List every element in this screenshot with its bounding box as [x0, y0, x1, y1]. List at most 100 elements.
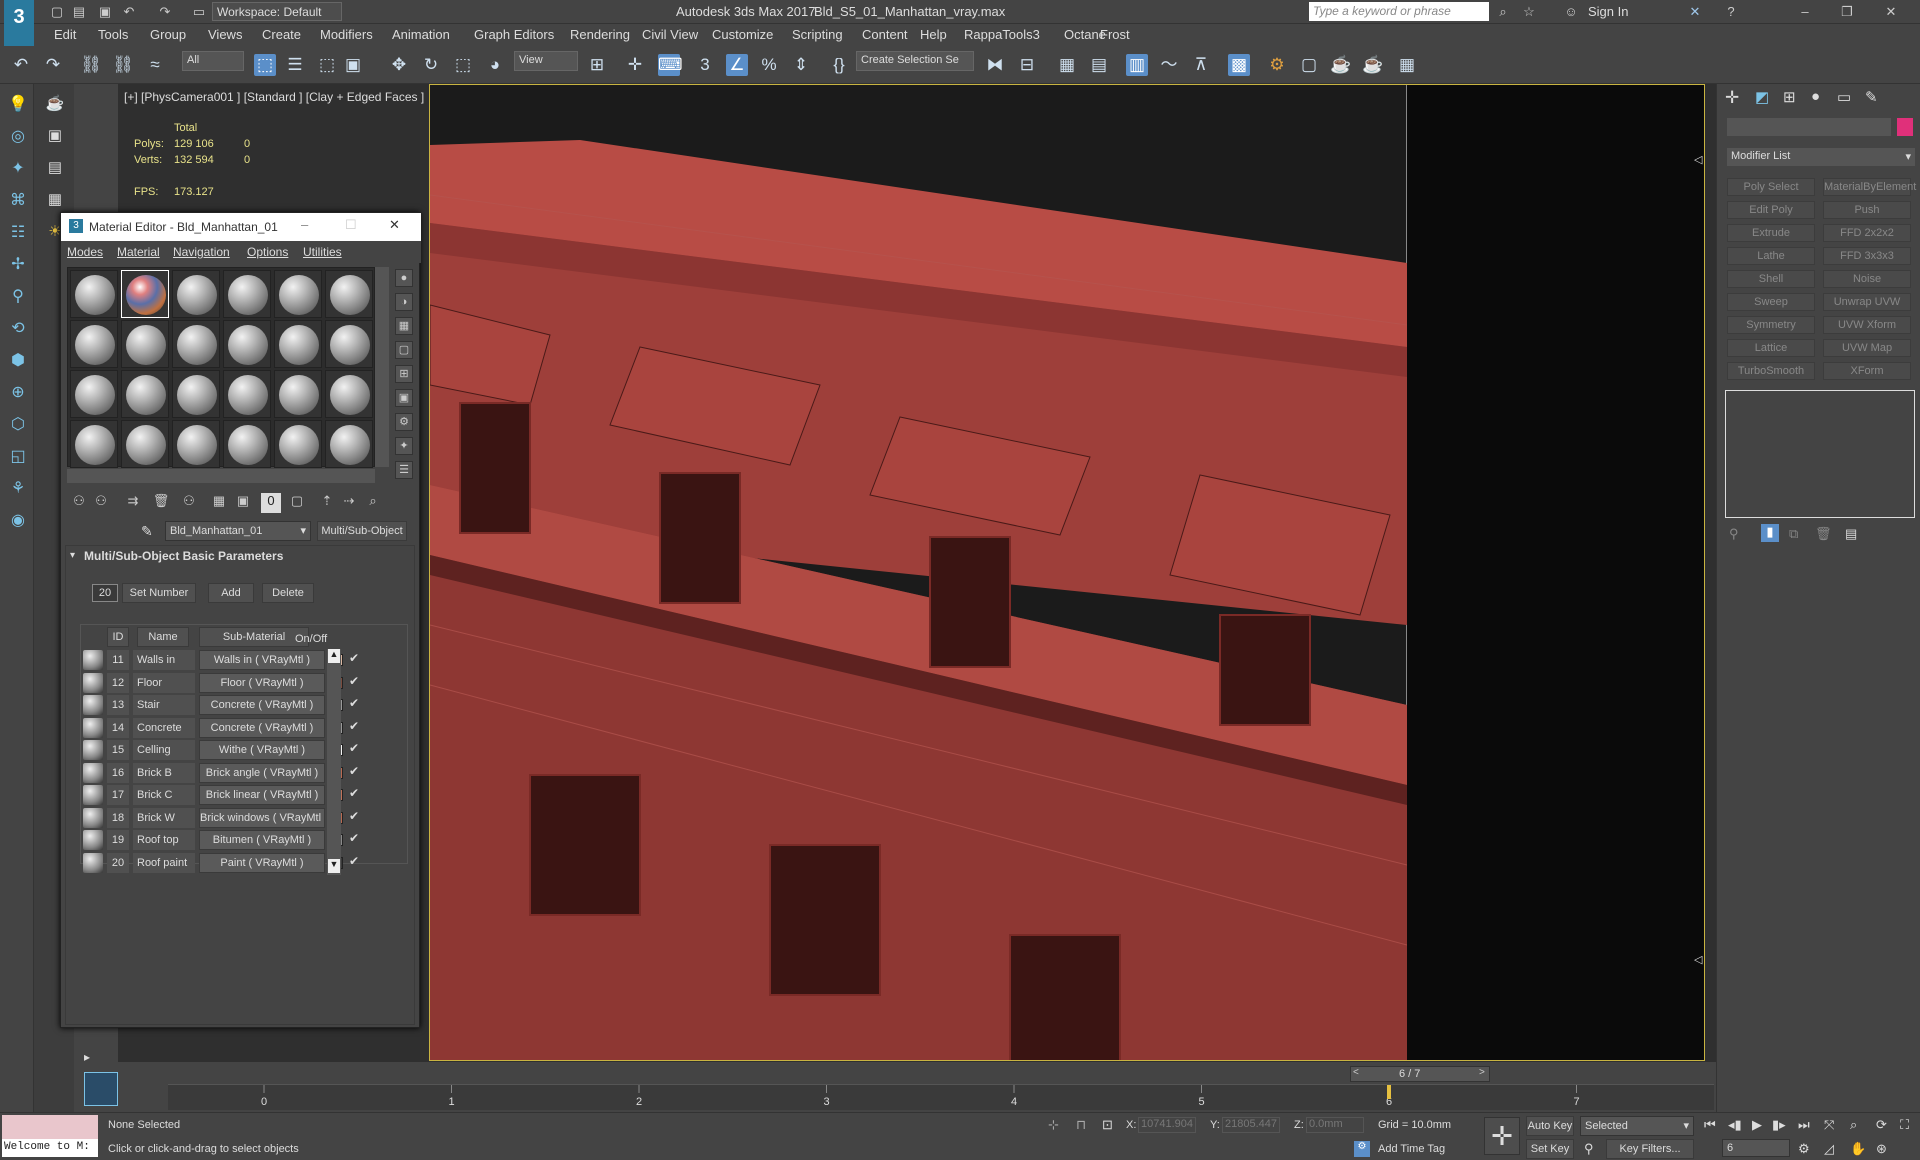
menu-views[interactable]: Views — [208, 27, 242, 42]
set-number-button[interactable]: Set Number — [122, 583, 196, 603]
background-icon[interactable]: ▦ — [395, 317, 413, 335]
reset-map-icon[interactable]: 🗑 — [151, 493, 171, 513]
submaterial-swatch[interactable] — [83, 717, 103, 738]
options-icon[interactable]: ⚙ — [395, 413, 413, 431]
modifier-button[interactable]: Lathe — [1727, 247, 1815, 265]
submaterial-name[interactable]: Stair — [133, 695, 195, 715]
redo-icon[interactable]: ↷ — [42, 54, 64, 76]
uv-tiling-icon[interactable]: ▢ — [395, 341, 413, 359]
modifier-button[interactable]: Symmetry — [1727, 316, 1815, 334]
material-navigator-icon[interactable]: ☰ — [395, 461, 413, 479]
set-number-field[interactable]: 20 — [92, 584, 118, 602]
submaterial-onoff-checkbox[interactable]: ✔ — [349, 696, 359, 710]
scene-explorer-icon[interactable]: ▦ — [1056, 54, 1078, 76]
modify-tab-icon[interactable]: ◩ — [1755, 88, 1769, 106]
maxscript-listener[interactable] — [2, 1115, 98, 1139]
modifier-button[interactable]: Sweep — [1727, 293, 1815, 311]
submaterial-swatch[interactable] — [83, 672, 103, 693]
submaterial-onoff-checkbox[interactable]: ✔ — [349, 674, 359, 688]
submaterial-id[interactable]: 11 — [107, 650, 129, 670]
help-icon[interactable]: ? — [1722, 3, 1740, 20]
unlink-icon[interactable]: ⛓ — [112, 54, 134, 76]
sample-slots-scrollbar[interactable] — [375, 267, 389, 467]
favorites-star-icon[interactable]: ☆ — [1520, 3, 1538, 20]
make-unique-icon[interactable]: ⚇ — [179, 493, 199, 513]
column-submaterial-button[interactable]: Sub-Material — [199, 627, 309, 647]
sample-slot[interactable] — [325, 420, 373, 468]
modifier-button[interactable]: XForm — [1823, 362, 1911, 380]
select-move-icon[interactable]: ✥ — [388, 54, 410, 76]
link-icon[interactable]: ⛓ — [80, 54, 102, 76]
submaterial-name[interactable]: Brick W — [133, 807, 195, 828]
modifier-stack[interactable] — [1725, 390, 1915, 518]
geometry-icon[interactable]: ⬢ — [7, 350, 29, 372]
bind-spacewarp-icon[interactable]: ≈ — [144, 54, 166, 76]
go-forward-sibling-icon[interactable]: ⇢ — [339, 493, 359, 513]
set-key-plus-button[interactable]: ✛ — [1484, 1117, 1520, 1155]
minimize-icon[interactable]: – — [1796, 3, 1814, 20]
submaterial-button[interactable]: Floor ( VRayMtl ) — [199, 672, 325, 693]
keyboard-shortcut-icon[interactable]: ⌨ — [658, 54, 683, 76]
utilities-icon[interactable]: ⚘ — [7, 478, 29, 500]
zoom-icon[interactable]: ⌕ — [1850, 1117, 1857, 1133]
y-coordinate-field[interactable]: 21805.447 — [1222, 1117, 1280, 1133]
sample-slot[interactable] — [325, 320, 373, 368]
submaterial-id[interactable]: 16 — [107, 762, 129, 783]
maximize-icon[interactable]: ❐ — [1838, 3, 1856, 20]
maximize-icon[interactable]: ☐ — [345, 217, 357, 233]
field-of-view-icon[interactable]: ◿ — [1824, 1141, 1834, 1157]
pivot-center-icon[interactable]: ⊞ — [586, 54, 608, 76]
submaterial-id[interactable]: 18 — [107, 807, 129, 828]
submaterial-button[interactable]: Concrete ( VRayMtl ) — [199, 695, 325, 715]
sample-slot[interactable] — [223, 420, 271, 468]
menu-animation[interactable]: Animation — [392, 27, 450, 42]
submaterial-onoff-checkbox[interactable]: ✔ — [349, 809, 359, 823]
new-file-icon[interactable]: ▢ — [48, 3, 66, 20]
submaterial-onoff-checkbox[interactable]: ✔ — [349, 741, 359, 755]
spacewarp-icon[interactable]: ⌘ — [7, 190, 29, 212]
render-iterative-icon[interactable]: ☕ — [1362, 54, 1384, 76]
x-coordinate-field[interactable]: 10741.904 — [1138, 1117, 1196, 1133]
open-file-icon[interactable]: ▤ — [70, 3, 88, 20]
modifier-button[interactable]: Poly Select — [1727, 178, 1815, 196]
submaterial-swatch[interactable] — [83, 650, 103, 670]
menu-scripting[interactable]: Scripting — [792, 27, 843, 42]
add-time-tag[interactable]: Add Time Tag — [1378, 1143, 1445, 1155]
sample-slot[interactable] — [70, 320, 118, 368]
submaterial-button[interactable]: Withe ( VRayMtl ) — [199, 740, 325, 760]
teapot-icon[interactable]: ☕ — [44, 94, 66, 116]
motion-icon[interactable]: ⬡ — [7, 414, 29, 436]
selection-filter-dropdown[interactable]: All — [182, 51, 244, 71]
layer-explorer-icon[interactable]: ▤ — [1088, 54, 1110, 76]
modifier-list-dropdown[interactable]: Modifier List ▾ — [1727, 148, 1915, 166]
sample-slot[interactable] — [70, 270, 118, 318]
sample-slot[interactable] — [172, 420, 220, 468]
menu-utilities[interactable]: Utilities — [303, 245, 342, 259]
close-icon[interactable]: ✕ — [389, 217, 400, 233]
select-by-name-icon[interactable]: ☰ — [284, 54, 306, 76]
rendered-frame-icon[interactable]: ▢ — [1298, 54, 1320, 76]
sample-slot[interactable] — [70, 420, 118, 468]
time-tag-icon[interactable]: ⚙ — [1354, 1141, 1370, 1157]
eyedropper-icon[interactable]: ✎ — [141, 523, 153, 540]
scroll-up-icon[interactable]: ▲ — [328, 649, 340, 663]
modifier-button[interactable]: Noise — [1823, 270, 1911, 288]
get-material-icon[interactable]: ⚇ — [69, 493, 89, 513]
search-input[interactable]: Type a keyword or phrase — [1309, 2, 1489, 21]
menu-modifiers[interactable]: Modifiers — [320, 27, 373, 42]
menu-modes[interactable]: Modes — [67, 245, 103, 259]
sample-slot[interactable] — [70, 370, 118, 418]
current-frame-field[interactable]: 6 — [1722, 1139, 1790, 1157]
utilities-tab-icon[interactable]: ✎ — [1865, 88, 1878, 106]
key-filters-button[interactable]: Key Filters... — [1606, 1139, 1694, 1159]
submaterial-id[interactable]: 20 — [107, 852, 129, 873]
menu-civil-view[interactable]: Civil View — [642, 27, 698, 42]
material-editor-window[interactable]: 3 Material Editor - Bld_Manhattan_01 – ☐… — [60, 212, 421, 1028]
current-frame-marker[interactable] — [1387, 1085, 1391, 1099]
sample-slot[interactable] — [223, 320, 271, 368]
display-tab-icon[interactable]: ▭ — [1837, 88, 1851, 106]
delete-button[interactable]: Delete — [262, 583, 314, 603]
modifier-button[interactable]: Extrude — [1727, 224, 1815, 242]
previous-frame-icon[interactable]: ◂▮ — [1728, 1117, 1742, 1133]
submaterial-name[interactable]: Celling — [133, 740, 195, 760]
